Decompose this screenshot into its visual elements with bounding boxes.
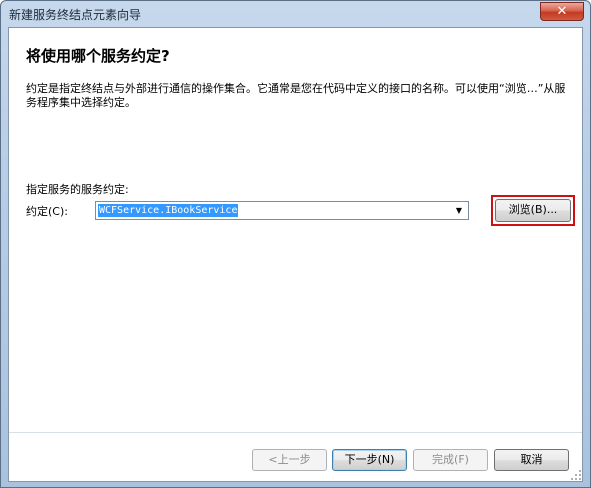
contract-value[interactable]: WCFService.IBookService: [98, 204, 239, 217]
wizard-content: 将使用哪个服务约定? 约定是指定终结点与外部进行通信的操作集合。它通常是您在代码…: [8, 27, 583, 482]
back-button[interactable]: <上一步: [252, 449, 327, 471]
contract-field-label: 约定(C):: [26, 205, 68, 218]
resize-grip-icon[interactable]: [571, 470, 581, 480]
finish-button[interactable]: 完成(F): [413, 449, 488, 471]
window-title: 新建服务终结点元素向导: [9, 8, 142, 22]
cancel-button[interactable]: 取消: [494, 449, 569, 471]
contract-section-label: 指定服务的服务约定:: [26, 183, 129, 196]
title-bar[interactable]: 新建服务终结点元素向导 ✕: [1, 1, 590, 27]
browse-button[interactable]: 浏览(B)...: [495, 199, 571, 222]
wizard-window: 新建服务终结点元素向导 ✕ 将使用哪个服务约定? 约定是指定终结点与外部进行通信…: [0, 0, 591, 488]
close-icon: ✕: [556, 4, 568, 19]
dropdown-arrow-icon[interactable]: ▼: [452, 203, 466, 218]
close-button[interactable]: ✕: [540, 2, 584, 21]
page-description: 约定是指定终结点与外部进行通信的操作集合。它通常是您在代码中定义的接口的名称。可…: [26, 82, 566, 109]
contract-combobox[interactable]: WCFService.IBookService ▼: [95, 201, 469, 220]
next-button[interactable]: 下一步(N): [332, 449, 407, 471]
page-title: 将使用哪个服务约定?: [26, 47, 170, 65]
footer-separator: [9, 432, 582, 433]
